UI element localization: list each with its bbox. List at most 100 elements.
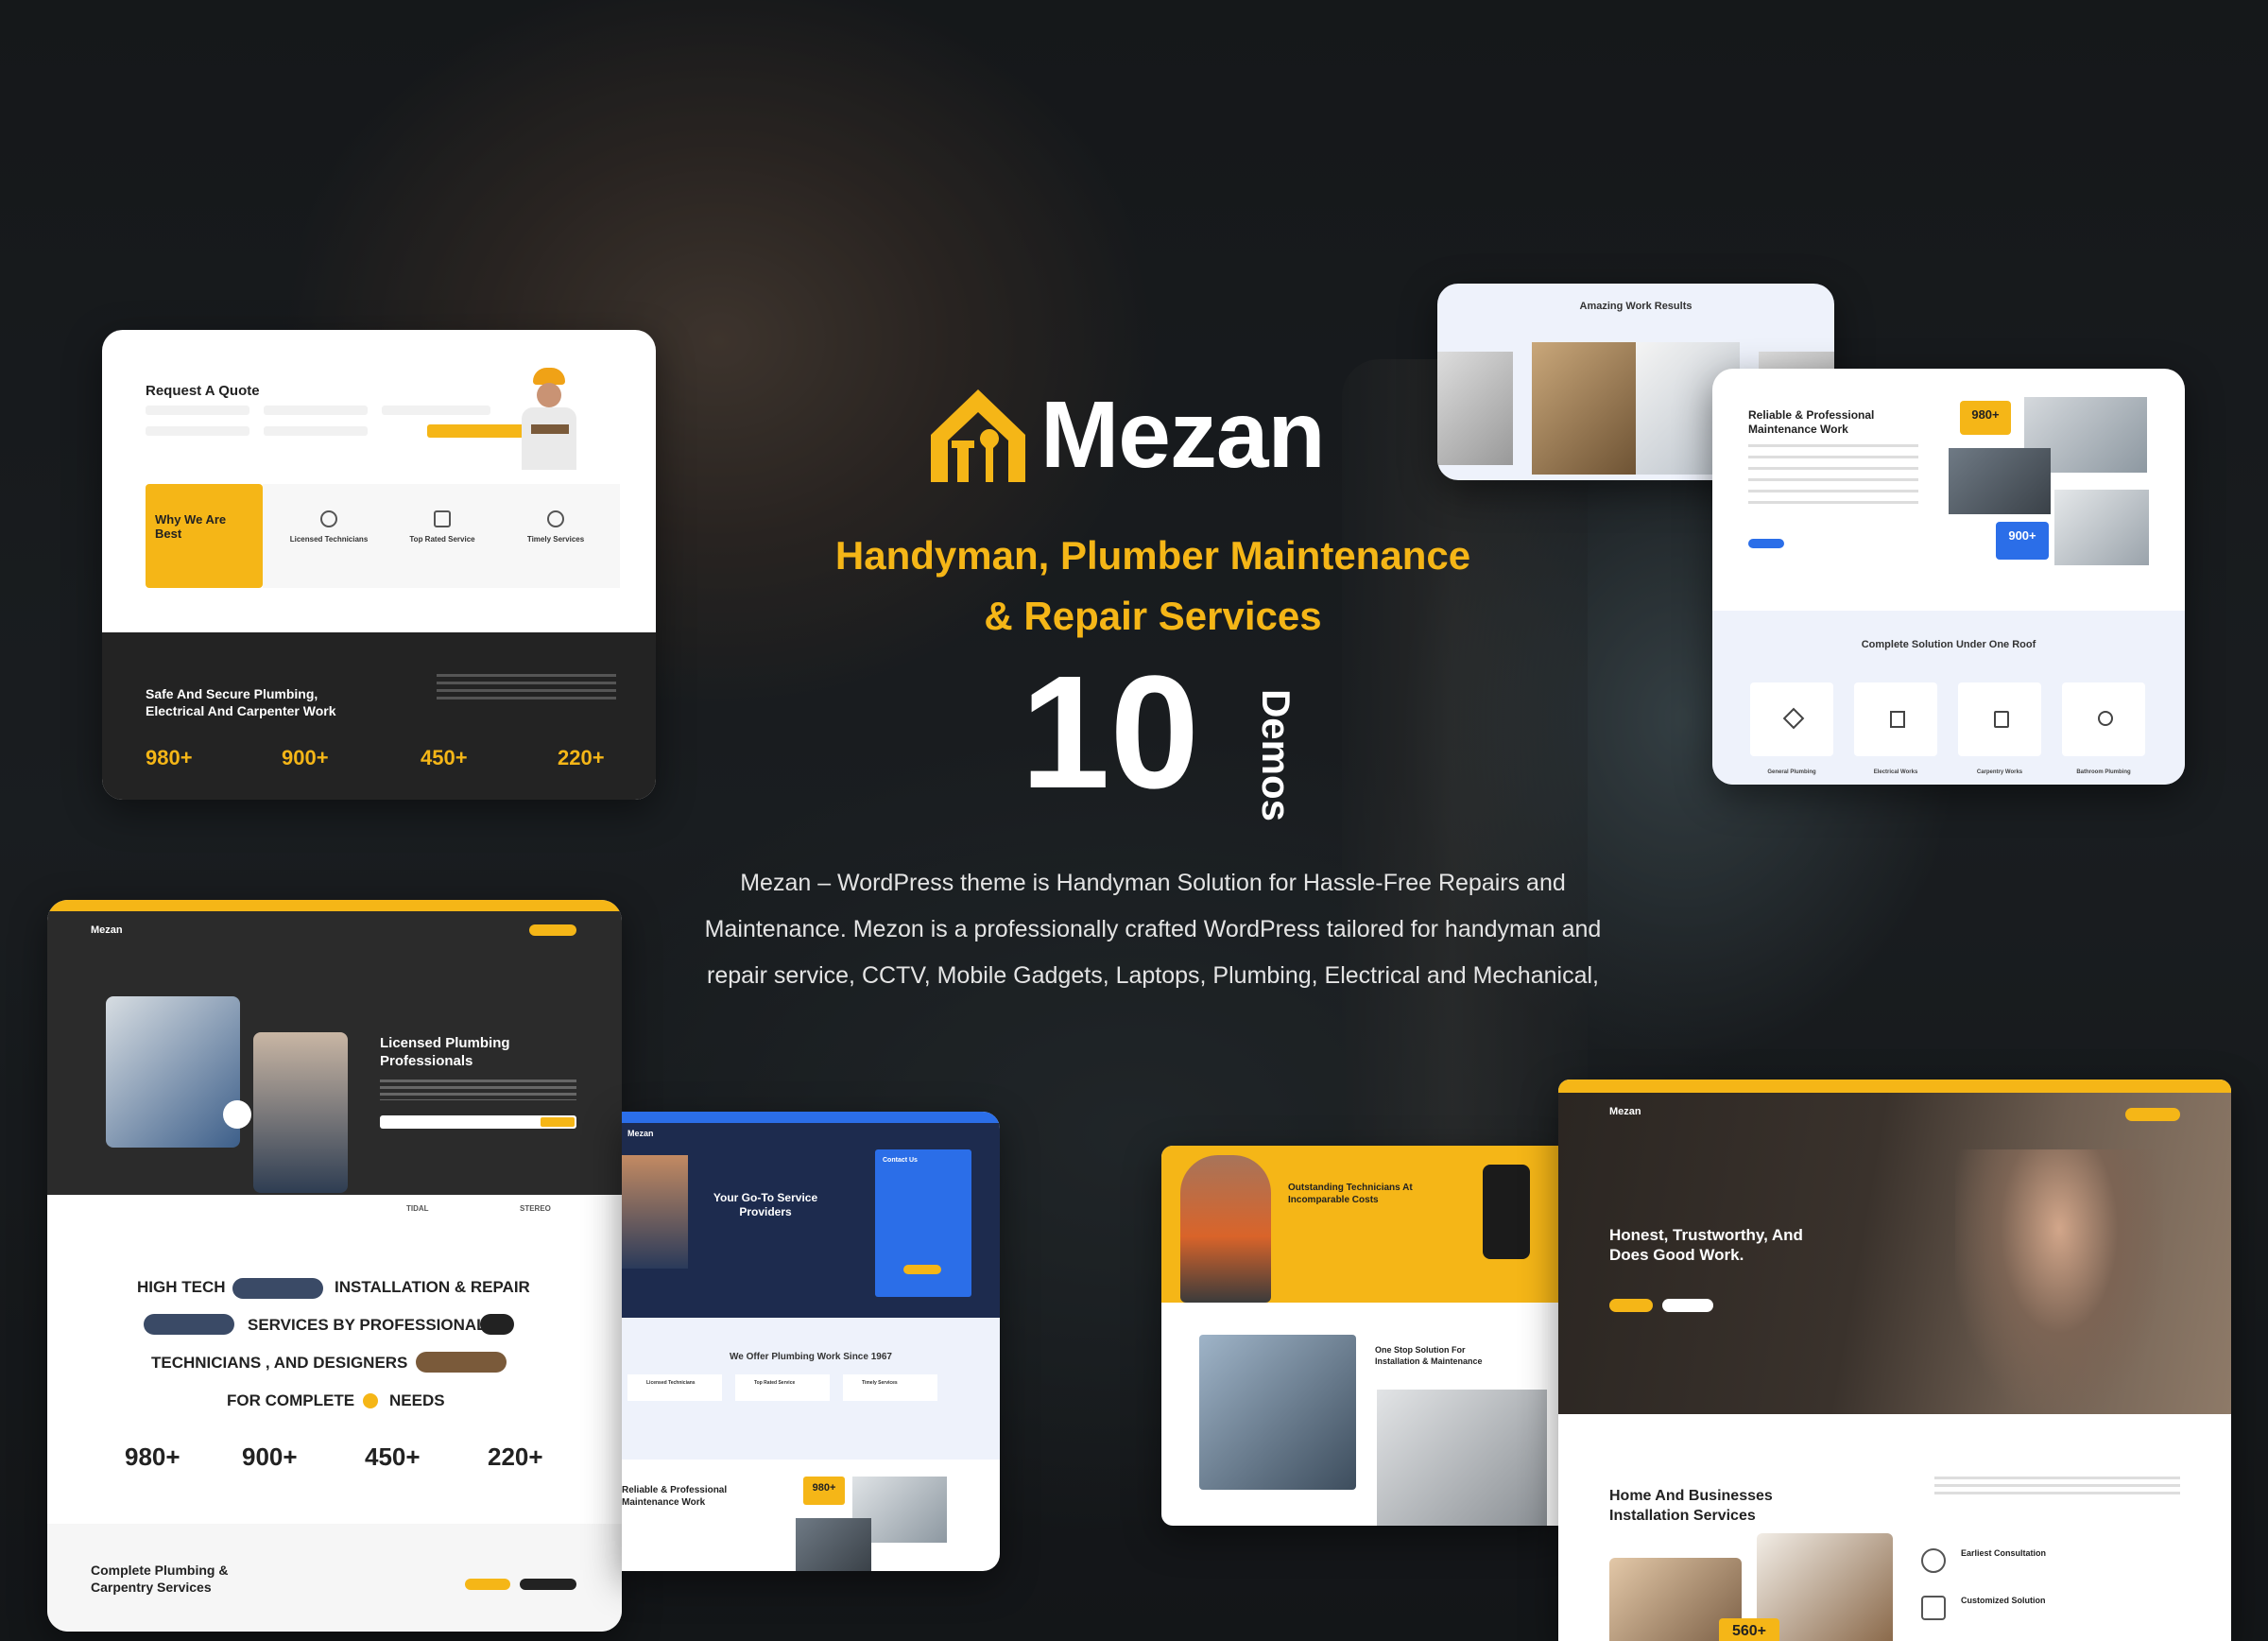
bottom-title-line2: Carpentry Services [91, 1580, 212, 1595]
preview-card-plumbing[interactable]: Mezan Licensed Plumbing Professionals TI… [47, 900, 622, 1632]
hero-title-line2: Incomparable Costs [1288, 1195, 1379, 1205]
service-box[interactable]: Carpentry Works [1958, 682, 2041, 775]
demos-count: 10 [1021, 643, 1200, 822]
feature-label: Timely Services [862, 1380, 898, 1386]
demos-label: Demos [1254, 688, 1299, 822]
contact-title: Contact Us [883, 1157, 918, 1164]
bottom-title-line1: Reliable & Professional [622, 1485, 728, 1495]
quote-title: Request A Quote [146, 383, 260, 399]
worker-photo [516, 368, 582, 472]
service-box[interactable]: General Plumbing [1750, 682, 1833, 775]
feature-label: Licensed Technicians [289, 535, 369, 544]
hero-title-line2: Does Good Work. [1609, 1246, 1744, 1264]
bottom-title-line2: Maintenance Work [622, 1497, 706, 1508]
work-photo [796, 1518, 871, 1571]
preview-card-maintenance[interactable]: Reliable & Professional Maintenance Work… [1712, 369, 2185, 785]
hero-title: Outstanding Technicians At Incomparable … [1288, 1182, 1413, 1206]
feature-label: Top Rated Service [754, 1380, 796, 1386]
paragraph-placeholder [1934, 1477, 2180, 1497]
electric-icon [1890, 711, 1905, 728]
marquee-text: SERVICES BY PROFESSIONAL [248, 1316, 487, 1334]
partner-logo: TIDAL [406, 1204, 429, 1213]
section-title: One Stop Solution For Installation & Mai… [1375, 1344, 1483, 1367]
quote-button[interactable] [2125, 1108, 2180, 1121]
hero-dark: Mezan Licensed Plumbing Professionals [47, 911, 622, 1195]
list-placeholder [1748, 444, 1918, 510]
item-row: Customized Solution [1921, 1594, 2205, 1622]
hero-title-line1: Licensed Plumbing [380, 1035, 510, 1051]
submit-button[interactable] [903, 1265, 941, 1274]
section-title-line1: One Stop Solution For [1375, 1345, 1466, 1355]
paragraph-placeholder [437, 674, 616, 702]
preview-card-technicians[interactable]: Outstanding Technicians At Incomparable … [1161, 1146, 1558, 1526]
email-input[interactable] [380, 1115, 576, 1129]
partners-row: TIDAL STEREO [397, 1201, 605, 1219]
hero-title: Your Go-To Service Providers [699, 1191, 832, 1219]
hero-title: Honest, Trustworthy, And Does Good Work. [1609, 1225, 1803, 1265]
work-photo [1949, 448, 2051, 514]
preview-card-quote[interactable]: Request A Quote Why We Are Best Licensed… [102, 330, 656, 800]
hero-title-line2: Professionals [380, 1053, 473, 1069]
hero-title: Licensed Plumbing Professionals [380, 1034, 510, 1070]
bottom-title: Reliable & Professional Maintenance Work [622, 1484, 727, 1509]
wrench-icon [1782, 707, 1805, 730]
sun-icon [363, 1393, 378, 1408]
description-line2: Maintenance. Mezon is a professionally c… [704, 916, 1602, 942]
technician-photo [1955, 1149, 2163, 1414]
worker-photo [622, 1155, 688, 1269]
feature-card[interactable]: Top Rated Service [735, 1374, 830, 1401]
read-more-button[interactable] [1748, 539, 1784, 548]
offer-section: We Offer Plumbing Work Since 1967 Licens… [622, 1318, 1000, 1460]
gallery-photo [1437, 352, 1513, 465]
section-title-line2: Installation Services [1609, 1508, 1756, 1524]
feature-card[interactable]: Timely Services [843, 1374, 937, 1401]
feature-timely: Timely Services [508, 510, 603, 544]
section-title: Home And Businesses Installation Service… [1609, 1486, 1773, 1526]
play-icon[interactable] [223, 1100, 251, 1129]
stat-value: 980+ [146, 746, 193, 769]
quote-button[interactable] [529, 924, 576, 936]
work-photo [2054, 490, 2149, 565]
section-title-line1: Home And Businesses [1609, 1488, 1773, 1504]
toilet-icon [2098, 711, 2113, 726]
feature-card[interactable]: Licensed Technicians [627, 1374, 722, 1401]
why-title: Why We Are Best [155, 512, 227, 541]
feature-label: Timely Services [526, 535, 585, 544]
preview-card-goto[interactable]: Mezan Your Go-To Service Providers Conta… [622, 1112, 1000, 1571]
service-label: Electrical Works [1873, 769, 1918, 775]
house-tools-icon [931, 389, 1025, 482]
item-label: Earliest Consultation [1961, 1548, 2047, 1558]
service-box[interactable]: Electrical Works [1854, 682, 1937, 775]
bottom-section: Complete Plumbing & Carpentry Services [47, 1524, 622, 1632]
stat-value: 450+ [421, 746, 468, 769]
work-photo [1377, 1390, 1547, 1526]
preview-card-honest[interactable]: Mezan Honest, Trustworthy, And Does Good… [1558, 1080, 2231, 1641]
services-button[interactable] [520, 1579, 576, 1590]
tagline-line2: & Repair Services [984, 594, 1322, 638]
view-all-button[interactable] [465, 1579, 510, 1590]
marquee-photo [416, 1352, 507, 1373]
subscribe-button[interactable] [541, 1117, 575, 1127]
bottom-title-line1: Complete Plumbing & [91, 1563, 229, 1578]
hero-title-line1: Honest, Trustworthy, And [1609, 1226, 1803, 1244]
yellow-badge: 980+ [803, 1477, 845, 1505]
feature-label: Top Rated Service [409, 535, 475, 544]
marquee-text: INSTALLATION & REPAIR [335, 1278, 530, 1296]
marquee-text: FOR COMPLETE [227, 1391, 355, 1409]
quote-form [146, 406, 536, 443]
service-box[interactable]: Bathroom Plumbing [2062, 682, 2145, 775]
blue-badge: 900+ [1996, 522, 2049, 560]
hero-paragraph [380, 1080, 576, 1100]
feature-licensed: Licensed Technicians [282, 510, 376, 544]
description-line1: Mezan – WordPress theme is Handyman Solu… [740, 870, 1566, 896]
learn-more-button[interactable] [1662, 1299, 1713, 1312]
service-label: General Plumbing [1767, 769, 1816, 775]
services-title: Complete Solution Under One Roof [1861, 639, 2036, 650]
maintenance-title-line2: Maintenance Work [1748, 423, 1848, 436]
hero-title-line2: Providers [739, 1205, 792, 1218]
arrow-icon[interactable] [480, 1314, 514, 1335]
marquee-text: TECHNICIANS , AND DESIGNERS [151, 1354, 408, 1372]
maintenance-title-line1: Reliable & Professional [1748, 408, 1875, 422]
get-started-button[interactable] [1609, 1299, 1653, 1312]
phone-image [1483, 1165, 1530, 1259]
